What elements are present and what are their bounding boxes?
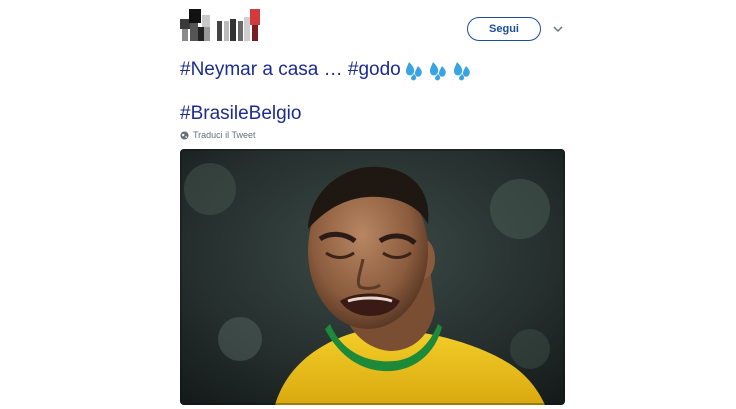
hashtag-godo[interactable]: #godo xyxy=(348,59,401,80)
translate-tweet-link[interactable]: Traduci il Tweet xyxy=(180,130,256,140)
hashtag-brasilebelgio[interactable]: #BrasileBelgio xyxy=(180,103,301,124)
translate-tweet-label: Traduci il Tweet xyxy=(193,130,256,140)
follow-button[interactable]: Segui xyxy=(467,17,541,41)
tweet-text-line-2: #BrasileBelgio xyxy=(180,102,301,126)
tweet-card: Segui #Neymar a casa … #godo #BrasileBel… xyxy=(0,0,736,409)
tweet-plain-text: a casa … xyxy=(257,59,348,81)
globe-icon xyxy=(180,130,189,140)
hashtag-neymar[interactable]: #Neymar xyxy=(180,59,257,80)
chevron-down-icon[interactable] xyxy=(551,22,565,36)
tweet-text-line: #Neymar a casa … #godo xyxy=(180,58,477,82)
pixelated-username xyxy=(180,9,260,41)
tweet-photo[interactable] xyxy=(180,149,565,405)
sweat-droplets-emoji xyxy=(405,62,470,81)
